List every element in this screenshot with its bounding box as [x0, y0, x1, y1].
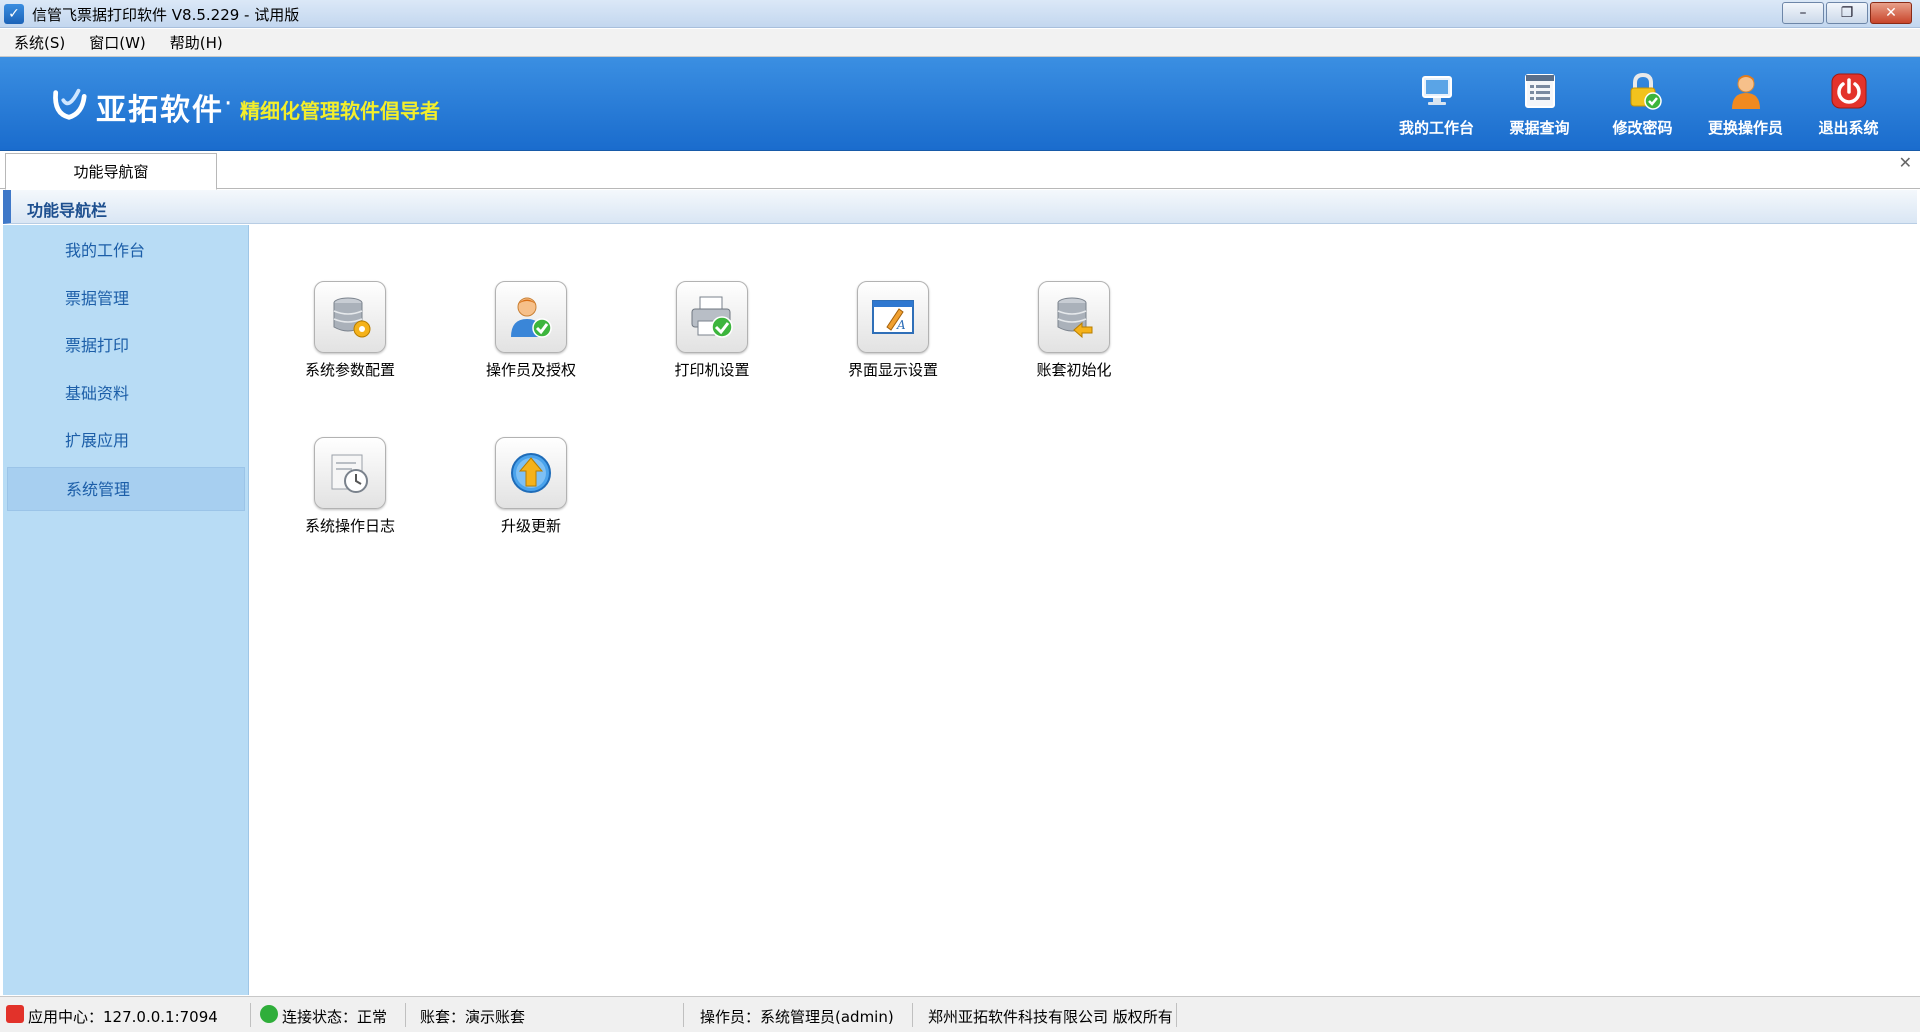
function-label: 升级更新 [500, 517, 561, 535]
switch-operator-button[interactable]: 更换操作员 [1694, 67, 1797, 147]
printer-check-icon [691, 296, 733, 338]
database-gear-icon [333, 297, 371, 338]
status-operator: 操作员：系统管理员(admin) [700, 1008, 894, 1026]
monitor-icon [1421, 76, 1452, 105]
nav-header-title: 功能导航栏 [27, 201, 108, 220]
nav-header: 功能导航栏 [3, 190, 1917, 224]
function-account-init[interactable]: 账套初始化 [1004, 281, 1144, 391]
status-divider [250, 1003, 251, 1027]
title-bar: ✓ 信管飞票据打印软件 V8.5.229 - 试用版 – ❐ ✕ [0, 0, 1920, 28]
change-password-label: 修改密码 [1612, 119, 1673, 137]
user-icon [1731, 75, 1760, 109]
brand-slogan: 精细化管理软件倡导者 [240, 99, 440, 123]
status-divider [405, 1003, 406, 1027]
lock-icon [1630, 72, 1662, 110]
close-button[interactable]: ✕ [1870, 2, 1912, 24]
function-printer-settings[interactable]: 打印机设置 [642, 281, 782, 391]
brand-dot: · [224, 89, 233, 119]
function-system-params-tile [314, 281, 386, 353]
function-operator-authorization-tile [495, 281, 567, 353]
function-operation-log[interactable]: 系统操作日志 [280, 437, 420, 547]
bill-query-button[interactable]: 票据查询 [1488, 67, 1591, 147]
svg-text:A: A [896, 318, 906, 332]
sidebar-item-basic-data[interactable]: 基础资料 [7, 372, 245, 416]
bill-query-label: 票据查询 [1509, 119, 1570, 137]
window-title: 信管飞票据打印软件 V8.5.229 - 试用版 [32, 6, 300, 24]
menu-system[interactable]: 系统(S) [12, 32, 67, 53]
yatuo-logo-icon [53, 88, 87, 120]
brand-name: 亚拓软件 [96, 93, 224, 128]
list-document-icon [1524, 74, 1555, 108]
upgrade-arrow-icon [511, 453, 551, 493]
switch-operator-label: 更换操作员 [1707, 119, 1783, 137]
app-logo-icon: ✓ [4, 4, 24, 24]
function-label: 系统操作日志 [304, 517, 395, 535]
workbench-label: 我的工作台 [1398, 119, 1474, 137]
sidebar: 我的工作台 票据管理 票据打印 基础资料 扩展应用 系统管理 [3, 225, 249, 995]
status-copyright: 郑州亚拓软件科技有限公司 版权所有 [928, 1008, 1173, 1026]
banner: 亚拓软件 · 精细化管理软件倡导者 我的工作台 票据查询 修改密码 更换操作员 … [0, 57, 1920, 151]
function-operation-log-tile [314, 437, 386, 509]
status-divider [683, 1003, 684, 1027]
window-controls: – ❐ ✕ [1782, 2, 1912, 24]
status-connection: 连接状态：正常 [282, 1008, 388, 1026]
function-upgrade-tile [495, 437, 567, 509]
function-operator-authorization[interactable]: 操作员及授权 [461, 281, 601, 391]
function-system-params[interactable]: 系统参数配置 [280, 281, 420, 391]
status-bar: 应用中心：127.0.0.1:7094 连接状态：正常 账套：演示账套 操作员：… [0, 996, 1920, 1032]
minimize-button[interactable]: – [1782, 2, 1824, 24]
menu-window[interactable]: 窗口(W) [87, 32, 148, 53]
quick-toolbar: 我的工作台 票据查询 修改密码 更换操作员 退出系统 [1385, 67, 1900, 147]
status-divider [912, 1003, 913, 1027]
sidebar-item-bill-printing[interactable]: 票据打印 [7, 324, 245, 368]
status-app-center: 应用中心：127.0.0.1:7094 [28, 1008, 218, 1026]
close-tab-icon[interactable]: ✕ [1899, 153, 1912, 172]
sidebar-item-system-management[interactable]: 系统管理 [7, 467, 245, 511]
app-center-icon [6, 1005, 24, 1023]
status-account: 账套：演示账套 [420, 1008, 526, 1026]
tab-function-navigation[interactable]: 功能导航窗 [5, 153, 217, 190]
power-icon [1831, 73, 1866, 109]
workbench-button[interactable]: 我的工作台 [1385, 67, 1488, 147]
function-panel: 系统参数配置 操作员及授权 打印机设置 A 界面显示设置 账套初始化 系统操作日… [250, 225, 1917, 995]
function-label: 界面显示设置 [847, 361, 938, 379]
function-display-settings-tile: A [857, 281, 929, 353]
user-check-icon [511, 297, 552, 338]
function-label: 操作员及授权 [485, 361, 576, 379]
sidebar-item-extended-apps[interactable]: 扩展应用 [7, 419, 245, 463]
function-upgrade[interactable]: 升级更新 [461, 437, 601, 547]
function-printer-settings-tile [676, 281, 748, 353]
sidebar-item-bill-management[interactable]: 票据管理 [7, 277, 245, 321]
tab-strip: 功能导航窗 ✕ [0, 151, 1920, 190]
function-display-settings[interactable]: A 界面显示设置 [823, 281, 963, 391]
function-label: 系统参数配置 [304, 361, 395, 379]
exit-system-button[interactable]: 退出系统 [1797, 67, 1900, 147]
status-divider [1176, 1003, 1177, 1027]
menu-bar: 系统(S) 窗口(W) 帮助(H) [0, 29, 1920, 57]
function-label: 账套初始化 [1036, 361, 1112, 379]
sidebar-item-my-workbench[interactable]: 我的工作台 [7, 229, 245, 273]
function-account-init-tile [1038, 281, 1110, 353]
clock-log-icon [331, 454, 368, 493]
connection-ok-icon [260, 1005, 278, 1023]
change-password-button[interactable]: 修改密码 [1591, 67, 1694, 147]
database-arrow-icon [1057, 297, 1093, 339]
function-label: 打印机设置 [674, 361, 750, 379]
exit-system-label: 退出系统 [1818, 119, 1879, 137]
window-pen-icon: A [872, 300, 914, 334]
restore-button[interactable]: ❐ [1826, 2, 1868, 24]
menu-help[interactable]: 帮助(H) [168, 32, 225, 53]
